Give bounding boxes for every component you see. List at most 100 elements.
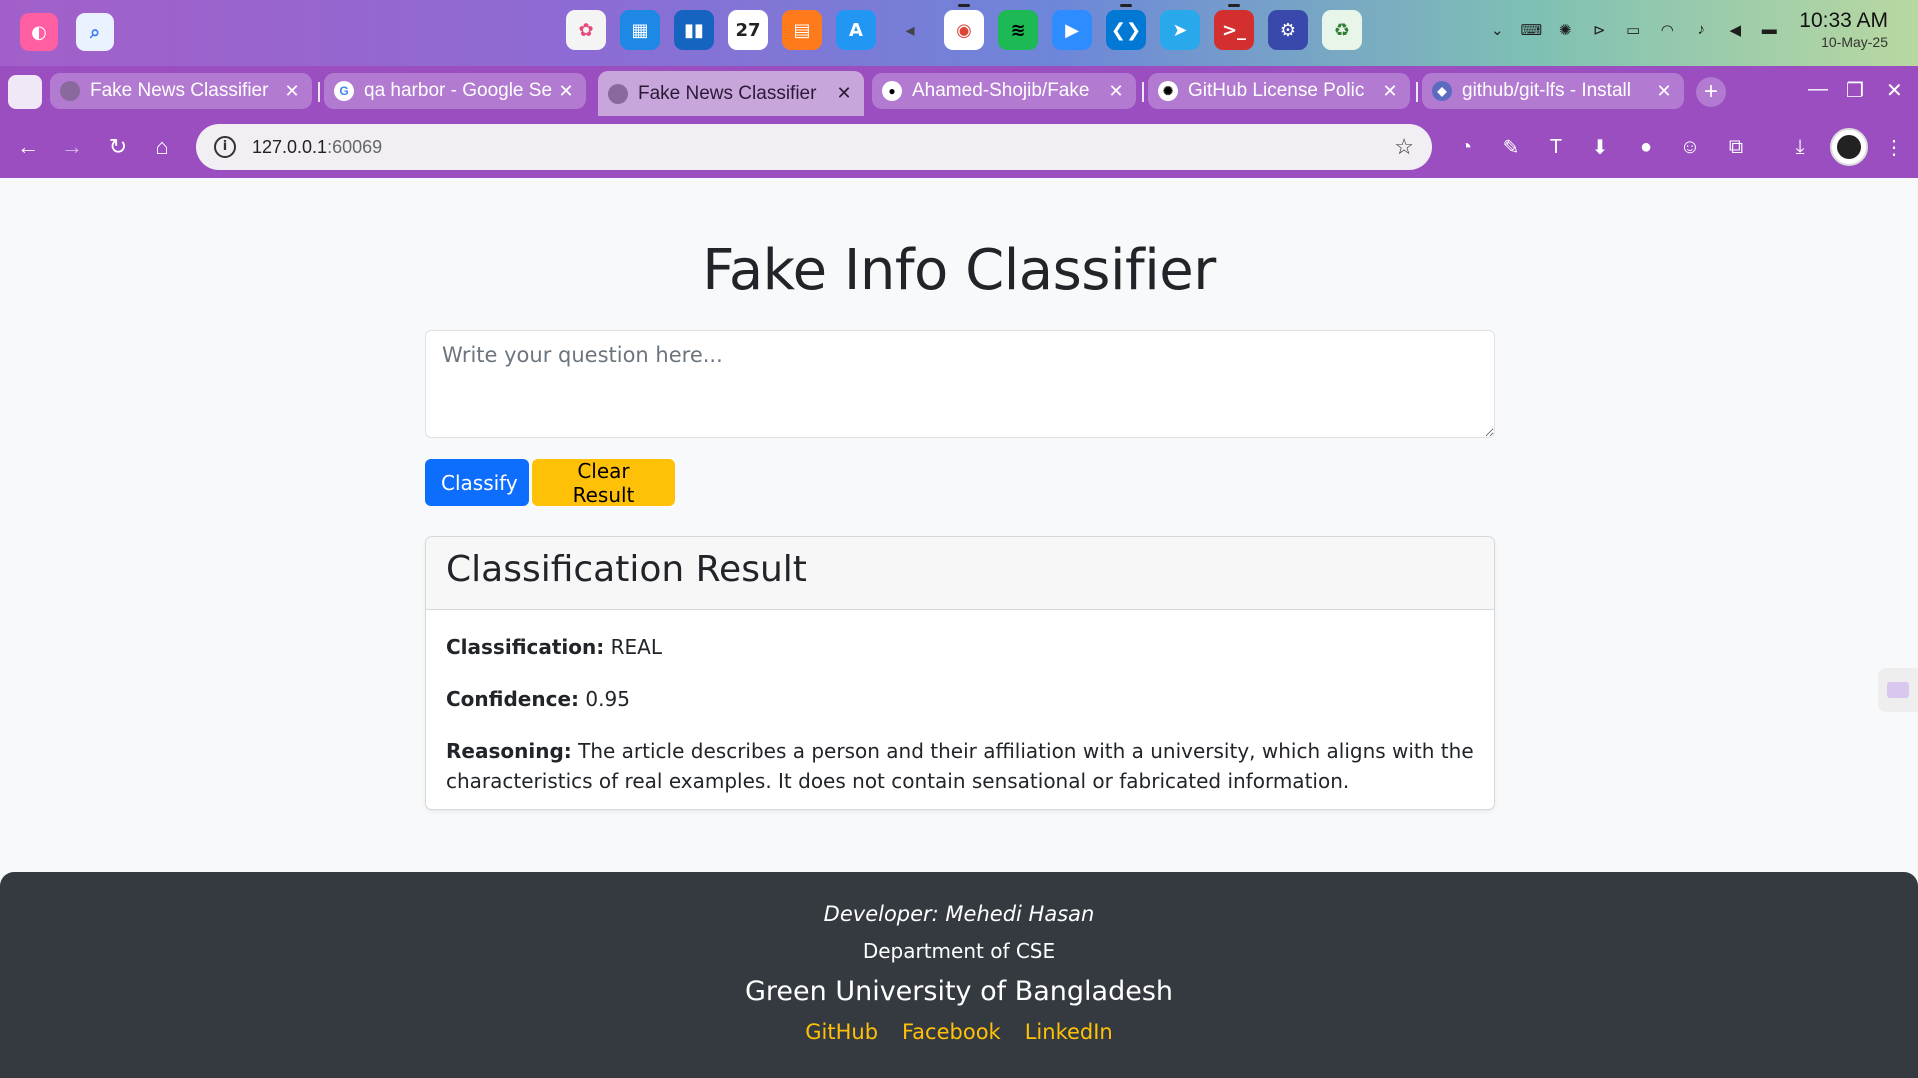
tab-title: github/git-lfs - Install [1462, 80, 1631, 101]
back-icon[interactable]: ← [14, 133, 42, 161]
tab-fake-news-classifier-1[interactable]: Fake News Classifier ✕ [50, 73, 312, 109]
classify-button[interactable]: Classify [425, 459, 529, 506]
wifi-icon[interactable]: ◠ [1657, 20, 1677, 40]
home-icon[interactable]: ⌂ [148, 133, 176, 161]
forward-icon[interactable]: → [58, 133, 86, 161]
clock[interactable]: 10:33 AM 10-May-25 [1799, 10, 1888, 49]
cookie-icon[interactable]: ● [1632, 133, 1660, 161]
tab-title: GitHub License Polic [1188, 80, 1365, 101]
media-play-icon[interactable]: ⊳ [1589, 20, 1609, 40]
new-tab-button[interactable]: + [1696, 77, 1726, 107]
footer-department: Department of CSE [862, 939, 1056, 963]
emoji-ext-icon[interactable]: ☺ [1676, 133, 1704, 161]
tab-fake-news-classifier-active[interactable]: Fake News Classifier ✕ [598, 71, 864, 116]
store-app-icon[interactable]: A [836, 10, 876, 50]
bell-icon[interactable]: ♪ [1691, 20, 1711, 40]
battery-icon[interactable]: ▭ [1623, 20, 1643, 40]
tab-qa-harbor[interactable]: G qa harbor - Google Se ✕ [324, 73, 586, 109]
google-icon: G [334, 81, 354, 101]
keyboard-icon[interactable]: ⌨ [1520, 20, 1542, 40]
clock-date: 10-May-25 [1821, 34, 1888, 50]
menu-kebab-icon[interactable]: ⋮ [1880, 133, 1908, 161]
close-icon[interactable]: ✕ [1654, 81, 1674, 102]
vscode-app-icon[interactable]: ❮❯ [1106, 4, 1146, 50]
system-tray: ⌄ ⌨ ✺ ⊳ ▭ ◠ ♪ ◀ ▬ 10:33 AM 10-May-25 [1487, 10, 1888, 49]
launcher-app-icon[interactable]: ◐ [20, 13, 58, 51]
close-icon[interactable]: ✕ [1380, 81, 1400, 102]
eyedropper-icon[interactable]: ✎ [1497, 133, 1525, 161]
os-left-apps: ◐ ⌕ [20, 13, 114, 51]
whatsapp-icon[interactable]: ◔ [1452, 133, 1480, 161]
archive-app-icon[interactable]: ▤ [782, 10, 822, 50]
calculator-app-icon[interactable]: ▦ [620, 10, 660, 50]
zoom-app-icon[interactable]: ▶ [1052, 10, 1092, 50]
tab-title: qa harbor - Google Se [364, 80, 553, 101]
settings-app-icon[interactable]: ⚙ [1268, 10, 1308, 50]
tab-title: Ahamed-Shojib/Fake [912, 80, 1090, 101]
restore-icon[interactable]: ❐ [1846, 78, 1864, 103]
close-window-icon[interactable]: ✕ [1886, 78, 1903, 103]
github-link[interactable]: GitHub [805, 1020, 878, 1044]
browser-tab-strip: Fake News Classifier ✕ G qa harbor - Goo… [0, 66, 1918, 116]
clear-result-button[interactable]: Clear Result [532, 459, 675, 507]
page-title: Fake Info Classifier [702, 238, 1216, 303]
tab-github-license[interactable]: ✺ GitHub License Polic ✕ [1148, 73, 1410, 109]
avatar[interactable] [1830, 128, 1868, 166]
calendar-app-icon[interactable]: 27 [728, 10, 768, 50]
power-icon[interactable]: ▬ [1759, 20, 1779, 40]
close-icon[interactable]: ✕ [834, 83, 854, 104]
reasoning-label: Reasoning: [446, 739, 572, 763]
tab-separator [1416, 82, 1418, 102]
minimize-icon[interactable]: — [1808, 78, 1828, 101]
bookmark-star-icon[interactable]: ☆ [1394, 134, 1414, 160]
os-top-bar: ◐ ⌕ ✿ ▦ ▮▮ 27 ▤ A ◂ ◉ ≋ ▶ ❮❯ ➤ >_ ⚙ ♻ ⌄ ⌨ ✺ ⊳ ▭ ◠ ♪ ◀ … [0, 0, 1918, 66]
downloads-icon[interactable]: ⤓ [1786, 133, 1814, 161]
browser-toolbar: ← → ↻ ⌂ i 127.0.0.1:60069 ☆ ◔ ✎ T ⬇ ● ☺ … [0, 116, 1918, 178]
confidence-value: 0.95 [585, 687, 630, 711]
telegram-app-icon[interactable]: ➤ [1160, 10, 1200, 50]
confidence-row: Confidence: 0.95 [446, 684, 1474, 714]
translate-icon[interactable]: T [1542, 133, 1570, 161]
reload-icon[interactable]: ↻ [104, 133, 132, 161]
question-input[interactable] [425, 330, 1495, 438]
footer-links: GitHub Facebook LinkedIn [0, 1020, 1918, 1044]
tab-title: Fake News Classifier [90, 80, 269, 101]
trash-app-icon[interactable]: ♻ [1322, 10, 1362, 50]
chevron-down-icon[interactable]: ⌄ [1487, 20, 1507, 40]
site-info-icon[interactable]: i [214, 136, 236, 158]
search-app-icon[interactable]: ⌕ [76, 13, 114, 51]
tab-git-lfs[interactable]: ◆ github/git-lfs - Install ✕ [1422, 73, 1684, 109]
close-icon[interactable]: ✕ [282, 81, 302, 102]
classification-label: Classification: [446, 635, 605, 659]
tab-github-repo[interactable]: ● Ahamed-Shojib/Fake ✕ [872, 73, 1136, 109]
chrome-app-icon[interactable]: ◉ [944, 4, 984, 50]
trello-app-icon[interactable]: ▮▮ [674, 10, 714, 50]
side-panel-handle[interactable] [1878, 668, 1918, 712]
footer-developer: Developer: Mehedi Hasan [823, 902, 1095, 926]
linkedin-link[interactable]: LinkedIn [1025, 1020, 1113, 1044]
download-ext-icon[interactable]: ⬇ [1586, 133, 1614, 161]
result-card-body: Classification: REAL Confidence: 0.95 Re… [426, 610, 1494, 809]
spotify-app-icon[interactable]: ≋ [998, 10, 1038, 50]
page-content: Fake Info Classifier Classify Clear Resu… [0, 178, 1918, 1078]
tab-search-button[interactable] [8, 75, 42, 109]
volume-app-icon[interactable]: ◂ [890, 10, 930, 50]
footer-university: Green University of Bangladesh [744, 976, 1174, 1007]
speaker-icon[interactable]: ◀ [1725, 20, 1745, 40]
dock: ✿ ▦ ▮▮ 27 ▤ A ◂ ◉ ≋ ▶ ❮❯ ➤ >_ ⚙ ♻ [566, 4, 1362, 50]
url-text[interactable]: 127.0.0.1:60069 [252, 137, 1394, 158]
url-host: 127.0.0.1 [252, 136, 328, 157]
facebook-link[interactable]: Facebook [902, 1020, 1001, 1044]
openai-icon[interactable]: ✺ [1555, 20, 1575, 40]
footer: Developer: Mehedi Hasan Department of CS… [0, 872, 1918, 1078]
pinwheel-app-icon[interactable]: ✿ [566, 10, 606, 50]
terminal-app-icon[interactable]: >_ [1214, 4, 1254, 50]
address-bar[interactable]: i 127.0.0.1:60069 ☆ [196, 124, 1432, 170]
tab-title: Fake News Classifier [638, 82, 817, 104]
confidence-label: Confidence: [446, 687, 580, 711]
puzzle-icon[interactable]: ⧉ [1722, 133, 1750, 161]
close-icon[interactable]: ✕ [556, 81, 576, 102]
close-icon[interactable]: ✕ [1106, 81, 1126, 102]
tab-separator [318, 82, 320, 102]
openai-icon: ✺ [1158, 81, 1178, 101]
